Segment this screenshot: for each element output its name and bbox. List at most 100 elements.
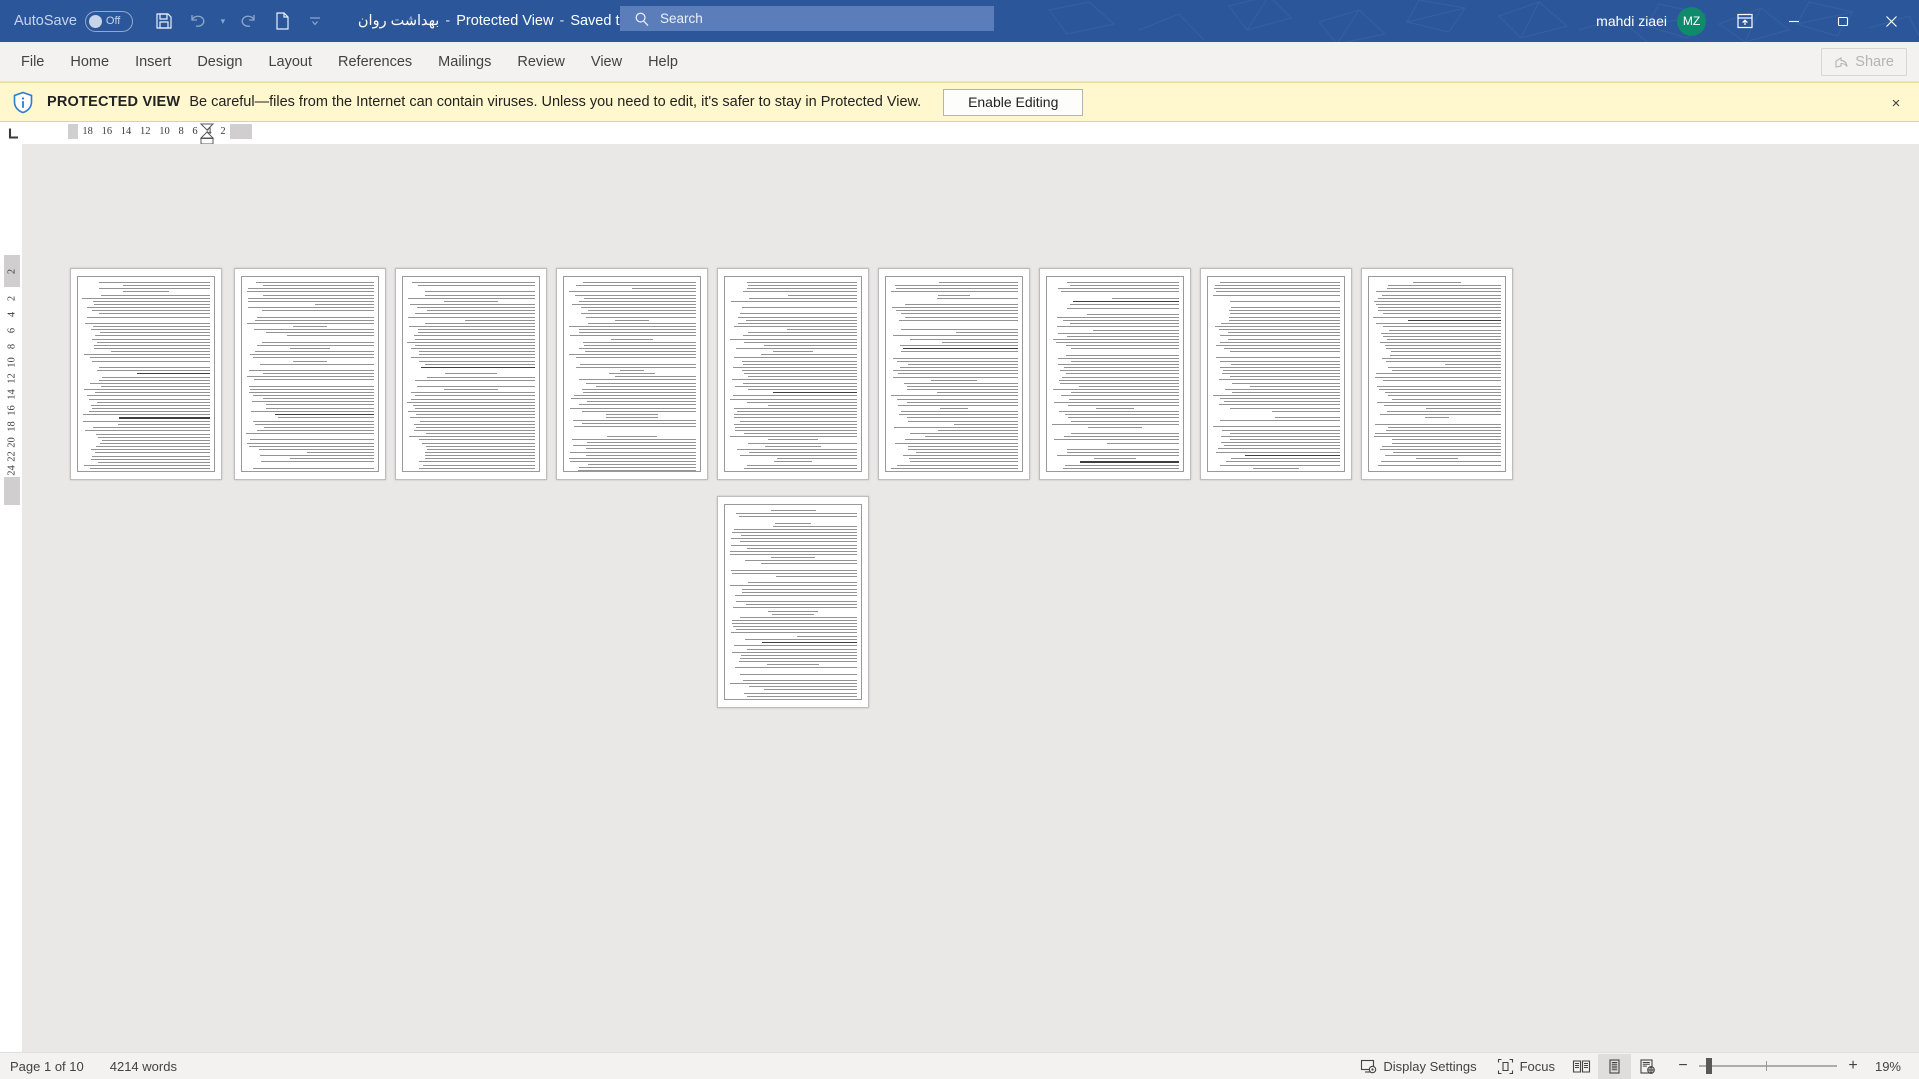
tab-insert[interactable]: Insert [122, 42, 184, 82]
save-icon[interactable] [149, 6, 179, 36]
print-layout-icon[interactable] [1598, 1053, 1631, 1079]
minimize-button[interactable] [1770, 0, 1817, 42]
tab-references[interactable]: References [325, 42, 425, 82]
page-thumbnail-6[interactable] [878, 268, 1030, 480]
autosave-toggle[interactable]: Off [84, 10, 133, 32]
customize-quick-access-toolbar-icon[interactable] [300, 6, 330, 36]
page-indicator[interactable]: Page 1 of 10 [10, 1059, 84, 1074]
vruler-tick-6: 6 [6, 327, 18, 334]
zoom-out-button[interactable]: − [1676, 1057, 1690, 1075]
tab-home[interactable]: Home [57, 42, 122, 82]
user-name[interactable]: mahdi ziaei [1596, 13, 1667, 29]
ruler-left-margin[interactable] [68, 123, 78, 139]
read-mode-icon[interactable] [1565, 1054, 1598, 1079]
page-text-lines [407, 282, 535, 471]
search-input[interactable]: Search [620, 6, 994, 31]
page-text-lines [1212, 282, 1340, 471]
vruler-tick-2: 2 [6, 295, 18, 302]
tab-design[interactable]: Design [184, 42, 255, 82]
page-thumbnail-8[interactable] [1200, 268, 1352, 480]
ruler-tick-16: 16 [101, 125, 113, 137]
ruler-tick-2: 2 [220, 125, 226, 137]
page-content-frame [1368, 276, 1506, 472]
web-layout-icon[interactable] [1631, 1054, 1664, 1079]
autosave-control[interactable]: AutoSave Off [14, 10, 133, 32]
document-canvas[interactable] [22, 144, 1919, 1052]
vruler-tick-4: 4 [6, 311, 18, 318]
ruler-tick-14: 14 [120, 125, 132, 137]
page-content-frame [724, 276, 862, 472]
status-bar: Page 1 of 10 4214 words Display Settings… [0, 1052, 1919, 1079]
autosave-toggle-knob [88, 14, 102, 28]
vertical-ruler[interactable]: 2 2 4 6 8 10 12 14 16 18 20 22 24 [4, 255, 20, 505]
close-button[interactable] [1868, 0, 1915, 42]
new-document-icon[interactable] [267, 6, 297, 36]
title-bar-right-controls: mahdi ziaei MZ [1596, 0, 1919, 42]
zoom-level-label[interactable]: 19% [1869, 1059, 1911, 1074]
vruler-tick-12: 12 [6, 373, 18, 384]
zoom-control[interactable]: − + 19% [1676, 1057, 1911, 1075]
vertical-ruler-text-area[interactable]: 2 4 6 8 10 12 14 16 18 20 22 24 [4, 287, 20, 477]
vruler-tick-24: 24 [6, 465, 18, 476]
page-thumbnail-5[interactable] [717, 268, 869, 480]
title-separator-1: - [445, 13, 451, 29]
zoom-slider-midpoint [1766, 1061, 1767, 1071]
tab-stop-selector[interactable] [2, 123, 24, 143]
tab-view[interactable]: View [578, 42, 635, 82]
ruler-tick-18: 18 [82, 125, 93, 137]
page-thumbnail-10[interactable] [717, 496, 869, 708]
share-button[interactable]: Share [1821, 48, 1907, 76]
vruler-tick-8: 8 [6, 343, 18, 350]
horizontal-ruler[interactable]: 18 16 14 12 10 8 6 4 2 [68, 122, 252, 140]
tab-file[interactable]: File [8, 42, 57, 82]
word-count[interactable]: 4214 words [110, 1059, 177, 1074]
tab-mailings[interactable]: Mailings [425, 42, 504, 82]
page-thumbnail-9[interactable] [1361, 268, 1513, 480]
avatar[interactable]: MZ [1677, 6, 1706, 36]
page-thumbnail-3[interactable] [395, 268, 547, 480]
protected-view-title: PROTECTED VIEW [47, 94, 181, 110]
enable-editing-button[interactable]: Enable Editing [943, 88, 1084, 116]
page-text-lines [1051, 282, 1179, 470]
title-separator-2: - [559, 13, 565, 29]
ribbon-tab-bar: File Home Insert Design Layout Reference… [0, 42, 1919, 82]
page-text-lines [1373, 282, 1501, 471]
tab-review[interactable]: Review [504, 42, 578, 82]
zoom-slider[interactable] [1699, 1058, 1837, 1074]
restore-button[interactable] [1819, 0, 1866, 42]
vertical-ruler-bottom-margin[interactable] [4, 477, 20, 505]
page-content-frame [1207, 276, 1345, 472]
page-thumbnail-4[interactable] [556, 268, 708, 480]
vertical-ruler-top-margin[interactable]: 2 [4, 255, 20, 287]
undo-dropdown-icon[interactable]: ▾ [215, 6, 231, 36]
page-thumbnail-7[interactable] [1039, 268, 1191, 480]
ribbon-display-options-icon[interactable] [1722, 0, 1768, 42]
page-content-frame [241, 276, 379, 472]
close-banner-icon[interactable]: × [1887, 94, 1905, 112]
page-thumbnail-1[interactable] [70, 268, 222, 480]
page-text-lines [890, 282, 1018, 471]
vruler-tick-16: 16 [6, 405, 18, 416]
zoom-slider-thumb[interactable] [1705, 1058, 1712, 1074]
focus-icon [1497, 1058, 1513, 1074]
tab-layout[interactable]: Layout [255, 42, 325, 82]
share-label: Share [1855, 54, 1894, 70]
page-thumbnail-2[interactable] [234, 268, 386, 480]
ruler-tick-12: 12 [140, 125, 151, 137]
autosave-state: Off [105, 15, 121, 27]
display-settings-button[interactable]: Display Settings [1350, 1054, 1486, 1079]
page-text-lines [729, 282, 857, 471]
ruler-right-margin[interactable] [230, 123, 252, 139]
focus-label: Focus [1519, 1058, 1555, 1074]
tab-help[interactable]: Help [635, 42, 691, 82]
focus-button[interactable]: Focus [1487, 1054, 1565, 1079]
page-content-frame [563, 276, 701, 472]
protected-view-status: Protected View [456, 13, 554, 29]
info-shield-icon [12, 91, 34, 114]
vruler-top-tick: 2 [6, 268, 18, 275]
zoom-in-button[interactable]: + [1846, 1057, 1860, 1075]
share-icon [1835, 56, 1848, 68]
title-bar: AutoSave Off ▾ بهداشت روان - Protected V… [0, 0, 1919, 42]
undo-icon[interactable] [182, 6, 212, 36]
redo-icon[interactable] [234, 6, 264, 36]
